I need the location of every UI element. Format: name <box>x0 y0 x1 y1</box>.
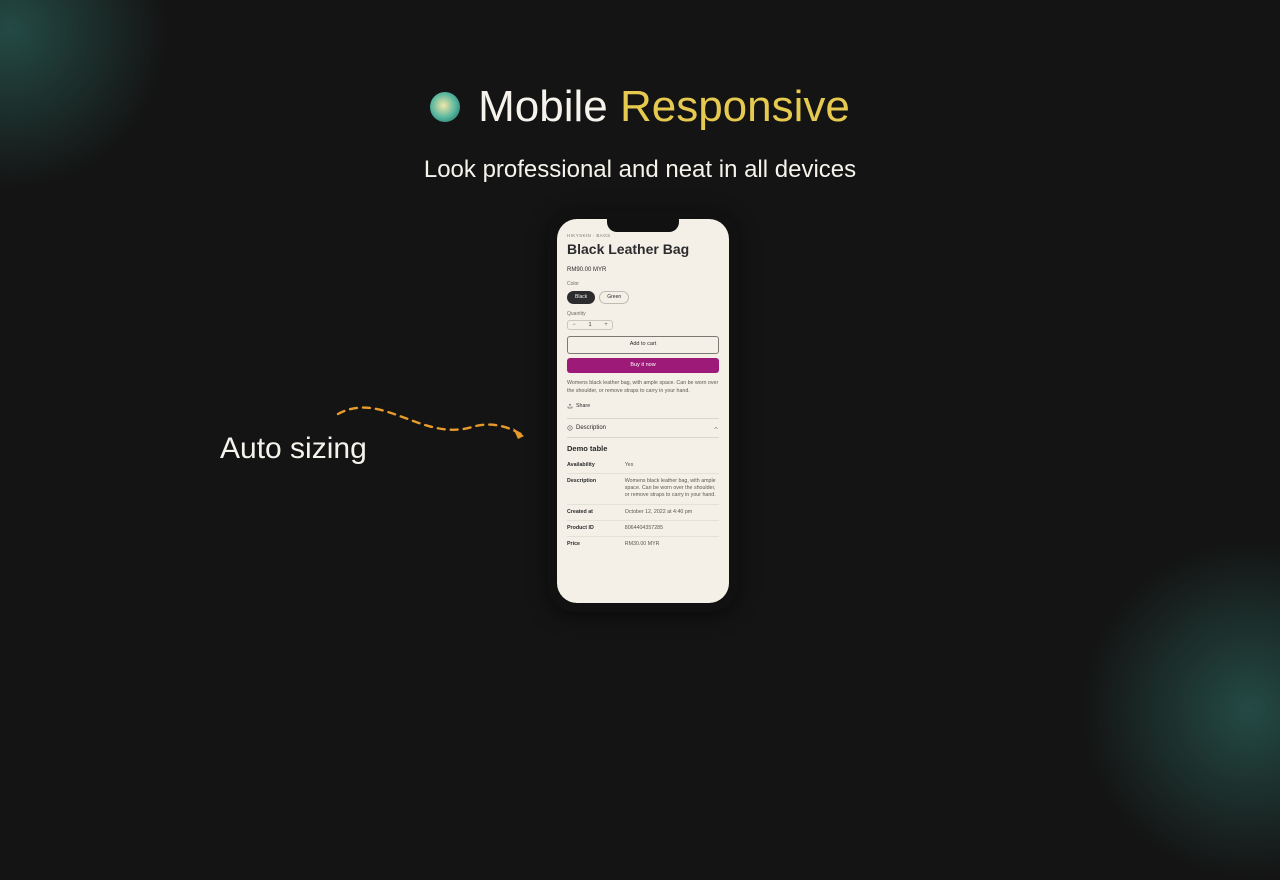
accordion-label: Description <box>576 424 606 432</box>
table-row: Description Womens black leather bag, wi… <box>567 474 719 504</box>
table-key: Description <box>567 478 625 499</box>
quantity-stepper: − 1 + <box>567 320 613 330</box>
phone-screen: HIKYSKIN · BAGS Black Leather Bag RM90.0… <box>557 219 729 603</box>
page-title: Mobile Responsive <box>478 82 850 132</box>
buy-now-button[interactable]: Buy it now <box>567 358 719 373</box>
bg-glow-bottom-right <box>1080 540 1280 880</box>
color-swatch-green[interactable]: Green <box>599 291 629 304</box>
brand-dot-icon <box>430 92 460 122</box>
quantity-plus-button[interactable]: + <box>600 321 612 329</box>
table-val: Womens black leather bag, with ample spa… <box>625 478 719 499</box>
table-key: Created at <box>567 509 625 516</box>
demo-table: Availability Yes Description Womens blac… <box>567 458 719 552</box>
table-val: RM30.00 MYR <box>625 541 719 548</box>
color-swatch-black[interactable]: Black <box>567 291 595 304</box>
color-swatches: Black Green <box>567 291 719 304</box>
color-label: Color <box>567 281 719 288</box>
add-to-cart-button[interactable]: Add to cart <box>567 336 719 353</box>
table-row: Availability Yes <box>567 458 719 474</box>
product-price: RM90.00 MYR <box>567 266 719 274</box>
product-title: Black Leather Bag <box>567 240 719 259</box>
table-val: October 12, 2022 at 4:40 pm <box>625 509 719 516</box>
breadcrumb: HIKYSKIN · BAGS <box>567 233 719 239</box>
demo-table-title: Demo table <box>567 444 719 454</box>
quantity-minus-button[interactable]: − <box>568 321 580 329</box>
phone-notch <box>607 219 679 232</box>
quantity-value: 1 <box>580 322 600 329</box>
table-val: 8064404357285 <box>625 525 719 532</box>
header: Mobile Responsive Look professional and … <box>0 82 1280 184</box>
chevron-up-icon <box>713 425 719 431</box>
table-row: Product ID 8064404357285 <box>567 521 719 537</box>
table-row: Created at October 12, 2022 at 4:40 pm <box>567 505 719 521</box>
table-key: Availability <box>567 462 625 469</box>
product-description: Womens black leather bag, with ample spa… <box>567 380 719 395</box>
table-key: Price <box>567 541 625 548</box>
info-icon <box>567 425 573 431</box>
share-row[interactable]: Share <box>567 403 719 410</box>
table-val: Yes <box>625 462 719 469</box>
page-subtitle: Look professional and neat in all device… <box>0 156 1280 184</box>
table-row: Price RM30.00 MYR <box>567 537 719 552</box>
quantity-label: Quantity <box>567 311 719 318</box>
phone-mockup: HIKYSKIN · BAGS Black Leather Bag RM90.0… <box>548 210 738 612</box>
arrow-icon <box>332 392 542 452</box>
share-label: Share <box>576 403 590 410</box>
table-key: Product ID <box>567 525 625 532</box>
share-icon <box>567 403 573 409</box>
title-accent: Responsive <box>620 82 850 131</box>
description-accordion[interactable]: Description <box>567 418 719 438</box>
title-part-1: Mobile <box>478 82 620 131</box>
